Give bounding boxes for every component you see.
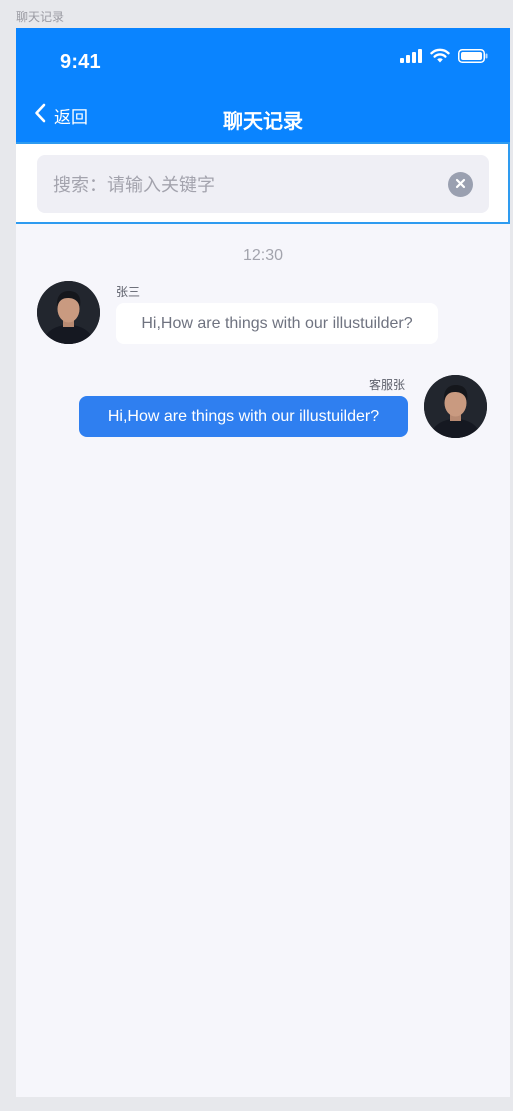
sender-name-outgoing: 客服张 [369,378,406,392]
navigation-bar: 返回 聊天记录 [16,92,510,144]
battery-icon [458,48,488,68]
avatar-incoming-image [37,281,100,344]
search-bar [16,142,510,224]
avatar-incoming[interactable] [37,281,100,344]
clear-search-button[interactable] [448,172,473,197]
message-bubble-outgoing[interactable]: Hi,How are things with our illustuilder? [79,396,408,437]
chat-timestamp: 12:30 [242,247,284,264]
avatar-outgoing[interactable] [424,375,487,438]
signal-icon [400,48,422,68]
page-title: 聊天记录 [223,111,303,133]
search-box [37,155,489,215]
close-icon [455,176,466,194]
status-bar: 9:41 [16,28,510,92]
artboard-label: 聊天记录 [16,10,65,24]
sender-name-incoming: 张三 [116,285,141,299]
status-time: 9:41 [60,51,101,73]
avatar-outgoing-image [424,375,487,438]
message-bubble-incoming[interactable]: Hi,How are things with our illustuilder? [116,303,438,344]
wifi-icon [430,48,450,68]
search-input[interactable] [51,155,435,215]
status-icons [400,48,488,68]
phone-screen: 9:41 返回 聊天记录 搜索：请输入关键字 12:30 张三 Hi,How a… [16,28,510,1097]
